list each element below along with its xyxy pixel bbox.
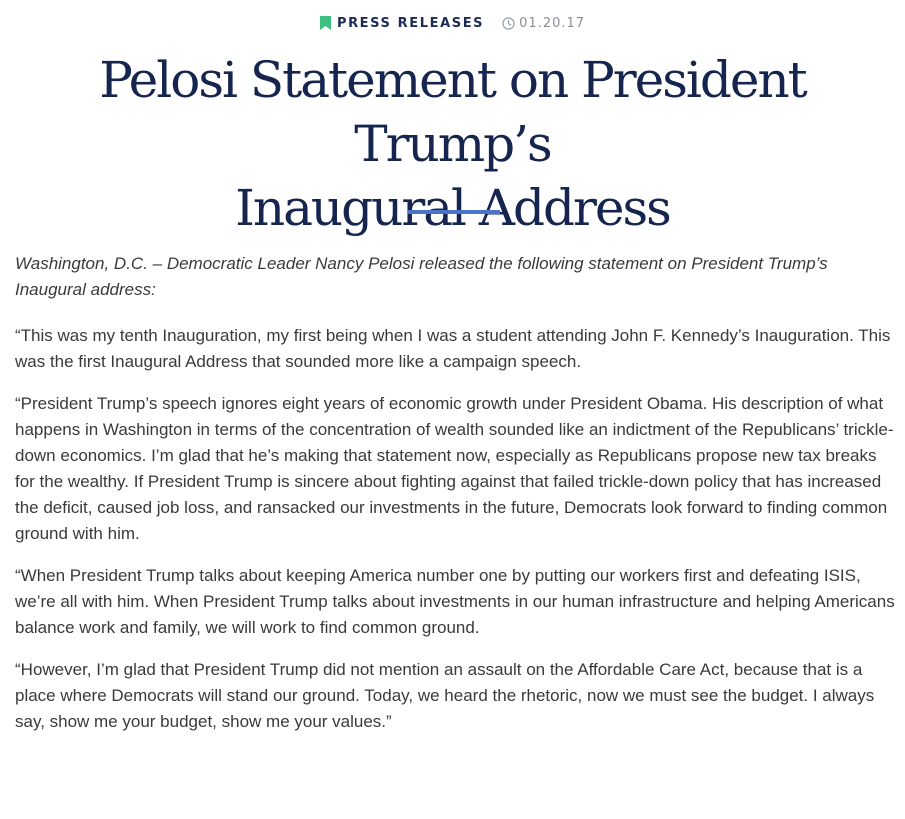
category-label: PRESS RELEASES (336, 15, 485, 31)
paragraph: “President Trump’s speech ignores eight … (15, 394, 894, 543)
paragraph: “This was my tenth Inauguration, my firs… (15, 326, 891, 371)
paragraph: “When President Trump talks about keepin… (15, 566, 895, 637)
category-link[interactable]: PRESS RELEASES (319, 15, 485, 31)
title-line-1: Pelosi Statement on President Trump’s (99, 51, 808, 173)
article-body: Washington, D.C. – Democratic Leader Nan… (15, 251, 895, 751)
article-meta: PRESS RELEASES 01.20.17 (0, 13, 905, 33)
date-text: 01.20.17 (519, 15, 586, 31)
title-line-2: Inaugural Address (235, 179, 672, 237)
clock-icon (502, 16, 515, 30)
publish-date: 01.20.17 (502, 16, 585, 31)
title-divider (408, 210, 500, 214)
paragraph: “However, I’m glad that President Trump … (15, 660, 875, 731)
dateline: Washington, D.C. – Democratic Leader Nan… (15, 254, 828, 299)
bookmark-icon (319, 16, 331, 30)
